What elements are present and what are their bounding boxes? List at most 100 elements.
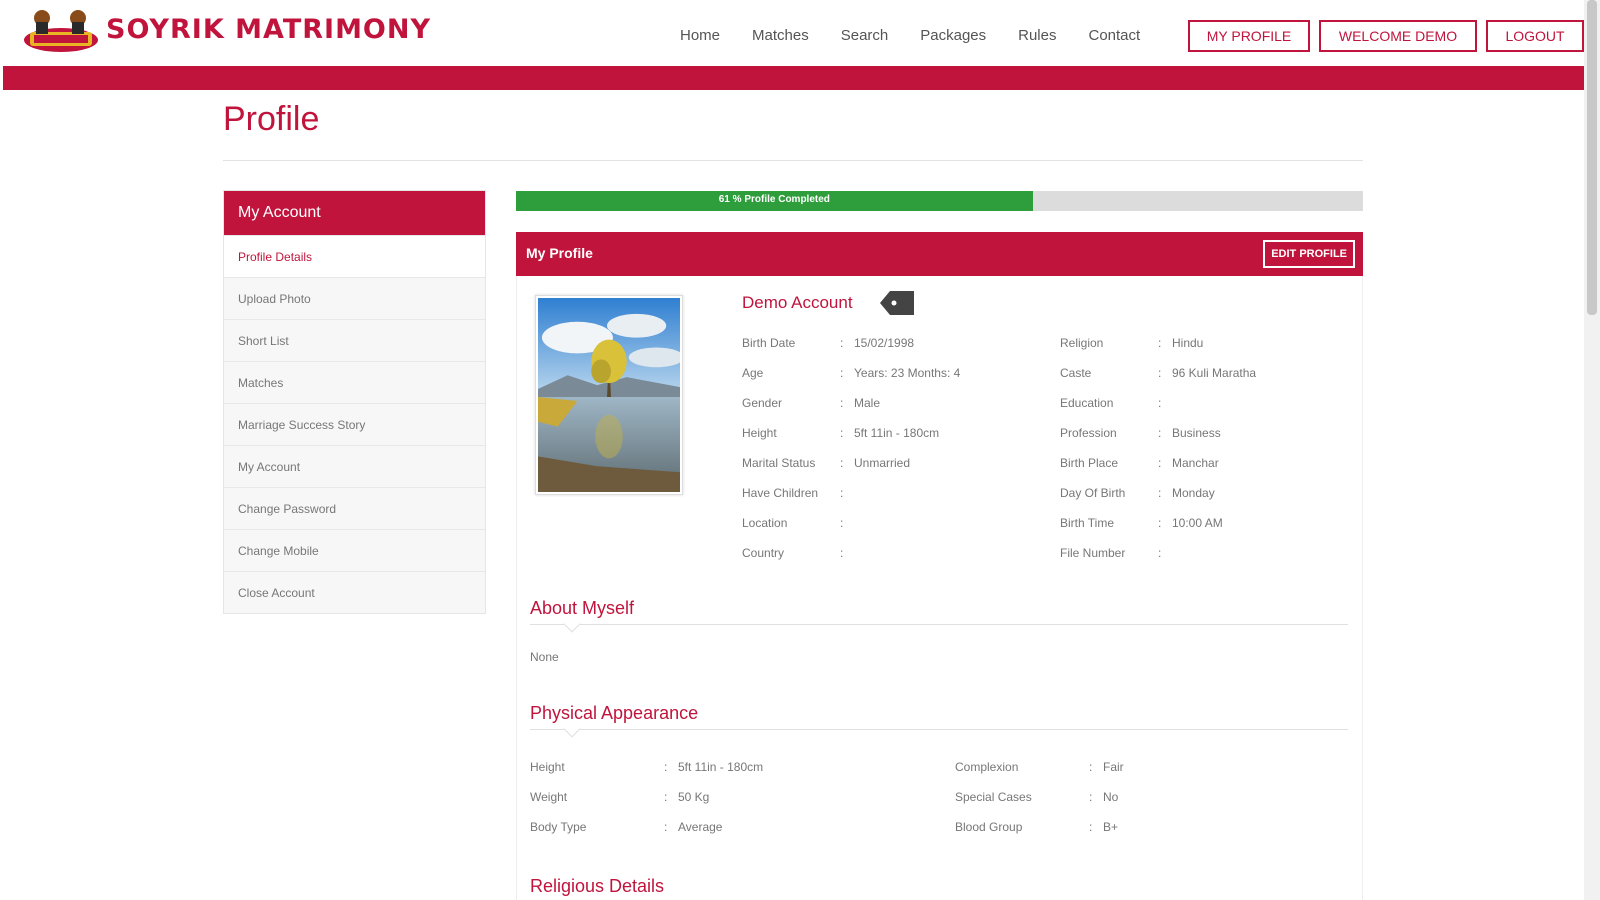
- profile-detail-label: Caste: [1060, 366, 1092, 380]
- profile-detail-label: Age: [742, 366, 764, 380]
- physical-divider: [530, 729, 1348, 730]
- profile-detail-separator: :: [840, 486, 844, 500]
- logo-icon[interactable]: [22, 4, 100, 54]
- physical-detail-value: Average: [678, 820, 723, 834]
- physical-detail-separator: :: [1089, 820, 1093, 834]
- profile-tag-icon[interactable]: [880, 291, 914, 315]
- profile-detail-value: Male: [854, 396, 881, 410]
- profile-detail-label: Birth Date: [742, 336, 796, 350]
- profile-detail-label: Gender: [742, 396, 783, 410]
- profile-detail-label: Education: [1060, 396, 1114, 410]
- profile-detail-value: Unmarried: [854, 456, 911, 470]
- nav-home[interactable]: Home: [680, 27, 720, 44]
- title-divider: [223, 160, 1363, 161]
- physical-detail-separator: :: [1089, 760, 1093, 774]
- profile-detail-separator: :: [1158, 456, 1162, 470]
- about-divider: [530, 624, 1348, 625]
- header-band: [3, 66, 1584, 90]
- progress-label: 61 % Profile Completed: [718, 194, 830, 205]
- profile-detail-label: Height: [742, 426, 777, 440]
- physical-detail-value: 5ft 11in - 180cm: [678, 760, 764, 774]
- profile-detail-separator: :: [1158, 516, 1162, 530]
- profile-detail-separator: :: [840, 516, 844, 530]
- nav-matches[interactable]: Matches: [752, 27, 809, 44]
- profile-detail-separator: :: [1158, 366, 1162, 380]
- sidebar-item-close-account[interactable]: Close Account: [224, 571, 485, 613]
- profile-detail-separator: :: [1158, 486, 1162, 500]
- main-nav: Home Matches Search Packages Rules Conta…: [680, 27, 1172, 44]
- physical-detail-label: Height: [530, 760, 565, 774]
- profile-detail-label: Birth Place: [1060, 456, 1119, 470]
- profile-detail-label: Location: [742, 516, 788, 530]
- profile-detail-separator: :: [840, 366, 844, 380]
- profile-detail-separator: :: [1158, 546, 1162, 560]
- welcome-button[interactable]: WELCOME DEMO: [1319, 20, 1477, 52]
- sidebar-item-short-list[interactable]: Short List: [224, 319, 485, 361]
- profile-detail-value: 15/02/1998: [854, 336, 915, 350]
- scrollbar-thumb[interactable]: [1587, 0, 1597, 315]
- physical-detail-value: No: [1103, 790, 1119, 804]
- physical-detail-label: Body Type: [530, 820, 587, 834]
- sidebar-item-upload-photo[interactable]: Upload Photo: [224, 277, 485, 319]
- profile-detail-separator: :: [840, 426, 844, 440]
- physical-detail-value: Fair: [1103, 760, 1124, 774]
- profile-detail-label: Country: [742, 546, 785, 560]
- sidebar-item-success-story[interactable]: Marriage Success Story: [224, 403, 485, 445]
- logout-button[interactable]: LOGOUT: [1486, 20, 1584, 52]
- physical-detail-label: Complexion: [955, 760, 1019, 774]
- profile-progress-bar: 61 % Profile Completed: [516, 191, 1363, 211]
- top-header: SOYRIK MATRIMONY Home Matches Search Pac…: [0, 0, 1584, 66]
- profile-detail-label: Religion: [1060, 336, 1104, 350]
- religious-details-heading: Religious Details: [530, 876, 665, 896]
- profile-detail-value: 10:00 AM: [1172, 516, 1223, 530]
- profile-detail-label: Profession: [1060, 426, 1117, 440]
- profile-detail-label: Marital Status: [742, 456, 816, 470]
- profile-name: Demo Account: [742, 293, 853, 312]
- physical-detail-label: Special Cases: [955, 790, 1032, 804]
- profile-detail-value: Years: 23 Months: 4: [854, 366, 961, 380]
- profile-detail-separator: :: [840, 396, 844, 410]
- profile-detail-separator: :: [840, 456, 844, 470]
- profile-detail-label: Have Children: [742, 486, 819, 500]
- profile-photo[interactable]: [535, 295, 683, 495]
- sidebar-item-my-account[interactable]: My Account: [224, 445, 485, 487]
- profile-detail-value: Hindu: [1172, 336, 1204, 350]
- sidebar-item-change-mobile[interactable]: Change Mobile: [224, 529, 485, 571]
- profile-detail-label: Day Of Birth: [1060, 486, 1126, 500]
- landscape-photo-icon: [538, 298, 680, 492]
- nav-packages[interactable]: Packages: [920, 27, 986, 44]
- nav-search[interactable]: Search: [841, 27, 889, 44]
- profile-detail-value: 5ft 11in - 180cm: [854, 426, 940, 440]
- physical-detail-separator: :: [1089, 790, 1093, 804]
- profile-detail-separator: :: [840, 336, 844, 350]
- sidebar-item-matches[interactable]: Matches: [224, 361, 485, 403]
- physical-detail-label: Weight: [530, 790, 568, 804]
- brand-name[interactable]: SOYRIK MATRIMONY: [106, 14, 431, 45]
- about-myself-heading: About Myself: [530, 598, 635, 618]
- physical-appearance-heading: Physical Appearance: [530, 703, 699, 723]
- my-profile-header: My Profile EDIT PROFILE: [516, 232, 1363, 276]
- physical-detail-separator: :: [664, 820, 668, 834]
- physical-detail-separator: :: [664, 760, 668, 774]
- physical-detail-value: B+: [1103, 820, 1119, 834]
- profile-detail-separator: :: [840, 546, 844, 560]
- profile-detail-label: Birth Time: [1060, 516, 1115, 530]
- sidebar-heading: My Account: [224, 191, 485, 235]
- profile-detail-separator: :: [1158, 396, 1162, 410]
- nav-contact[interactable]: Contact: [1088, 27, 1140, 44]
- account-sidebar: My Account Profile Details Upload Photo …: [223, 190, 486, 614]
- profile-detail-value: Manchar: [1172, 456, 1219, 470]
- profile-detail-value: Monday: [1172, 486, 1215, 500]
- about-myself-text: None: [530, 650, 559, 664]
- physical-detail-label: Blood Group: [955, 820, 1023, 834]
- nav-rules[interactable]: Rules: [1018, 27, 1056, 44]
- profile-detail-value: 96 Kuli Maratha: [1172, 366, 1257, 380]
- sidebar-item-profile-details[interactable]: Profile Details: [224, 235, 485, 277]
- physical-detail-value: 50 Kg: [678, 790, 710, 804]
- panel-title: My Profile: [526, 245, 593, 261]
- sidebar-item-change-password[interactable]: Change Password: [224, 487, 485, 529]
- my-profile-button[interactable]: MY PROFILE: [1188, 20, 1310, 52]
- edit-profile-button[interactable]: EDIT PROFILE: [1263, 240, 1355, 268]
- profile-detail-value: Business: [1172, 426, 1221, 440]
- profile-detail-label: File Number: [1060, 546, 1126, 560]
